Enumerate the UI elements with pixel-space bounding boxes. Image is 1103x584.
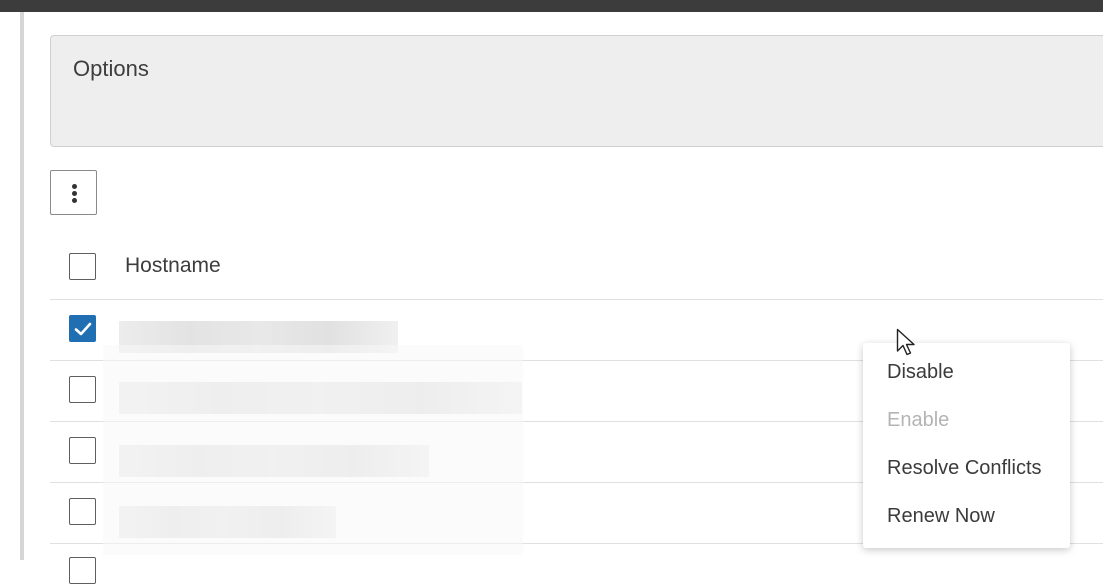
menu-item-enable: Enable: [887, 409, 950, 431]
row-divider: [50, 299, 1103, 300]
row-checkbox[interactable]: [69, 437, 96, 464]
row-checkbox[interactable]: [69, 315, 96, 342]
menu-item-renew-now[interactable]: Renew Now: [887, 505, 995, 528]
menu-item-disable[interactable]: Disable: [887, 361, 954, 384]
mouse-cursor-icon: [896, 328, 915, 356]
left-divider: [20, 12, 24, 560]
row-checkbox[interactable]: [69, 498, 96, 525]
options-title: Options: [73, 56, 149, 81]
row-checkbox[interactable]: [69, 557, 96, 584]
redaction-overlay: [103, 345, 523, 555]
row-checkbox[interactable]: [69, 376, 96, 403]
column-header-hostname[interactable]: Hostname: [125, 254, 221, 278]
select-all-checkbox[interactable]: [69, 253, 96, 280]
menu-item-resolve-conflicts[interactable]: Resolve Conflicts: [887, 457, 1042, 480]
more-actions-button[interactable]: [50, 170, 97, 215]
options-panel: Options: [50, 35, 1103, 147]
row-actions-menu: Disable Enable Resolve Conflicts Renew N…: [863, 343, 1070, 548]
top-bar: [0, 0, 1103, 12]
checkmark-icon: [74, 322, 92, 336]
